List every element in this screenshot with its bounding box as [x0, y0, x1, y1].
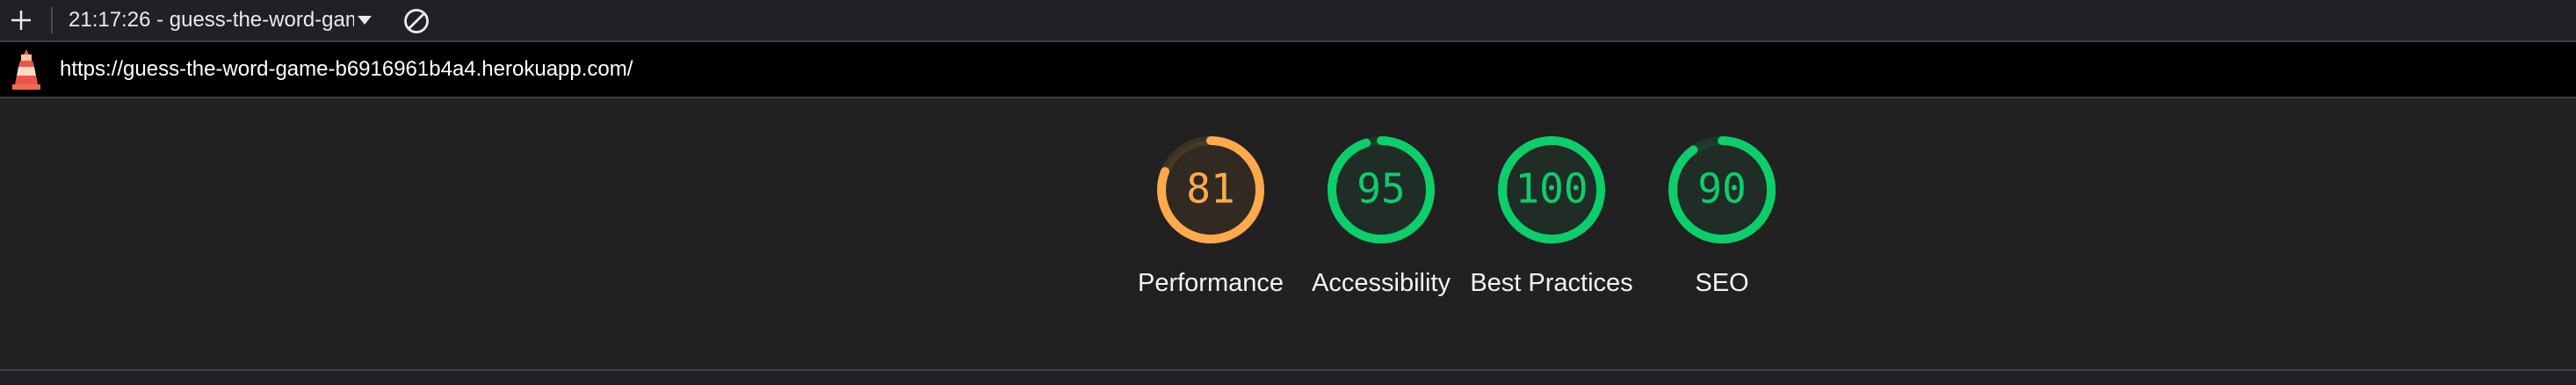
- toolbar-divider: [51, 7, 53, 33]
- chevron-down-icon: [358, 16, 372, 25]
- report-select-dropdown[interactable]: 21:17:26 - guess-the-word-game-b6916961b…: [69, 5, 372, 35]
- best-practices-score: 100: [1515, 165, 1588, 213]
- gauge-accessibility[interactable]: 95 Accessibility: [1284, 130, 1478, 301]
- report-select-label: 21:17:26 - guess-the-word-game-b6916961b…: [69, 8, 354, 32]
- accessibility-label: Accessibility: [1312, 269, 1451, 297]
- lighthouse-icon: [12, 49, 40, 90]
- seo-gauge-ring: 90: [1668, 136, 1776, 243]
- performance-gauge-ring: 81: [1157, 136, 1264, 243]
- accessibility-gauge-ring: 95: [1328, 136, 1435, 243]
- report-toolbar: 21:17:26 - guess-the-word-game-b6916961b…: [0, 0, 2576, 42]
- best-practices-label: Best Practices: [1470, 269, 1633, 297]
- clear-reports-button[interactable]: [399, 4, 434, 39]
- performance-label: Performance: [1137, 269, 1284, 297]
- plus-icon: [11, 11, 31, 30]
- best-practices-gauge-ring: 100: [1498, 136, 1605, 243]
- scores-panel: 81 Performance 95 Accessibility 100 Best…: [0, 98, 2576, 371]
- new-report-button[interactable]: [5, 4, 37, 37]
- gauge-performance[interactable]: 81 Performance: [1114, 130, 1307, 301]
- accessibility-score: 95: [1357, 165, 1405, 213]
- page-url[interactable]: https://guess-the-word-game-b6916961b4a4…: [60, 57, 633, 82]
- url-bar: https://guess-the-word-game-b6916961b4a4…: [0, 42, 2576, 98]
- seo-score: 90: [1697, 165, 1746, 213]
- gauge-best-practices[interactable]: 100 Best Practices: [1455, 130, 1648, 301]
- performance-score: 81: [1186, 165, 1234, 213]
- gauge-seo[interactable]: 90 SEO: [1625, 130, 1819, 301]
- seo-label: SEO: [1695, 269, 1749, 297]
- bottom-edge: [0, 371, 2576, 385]
- block-icon: [404, 9, 429, 33]
